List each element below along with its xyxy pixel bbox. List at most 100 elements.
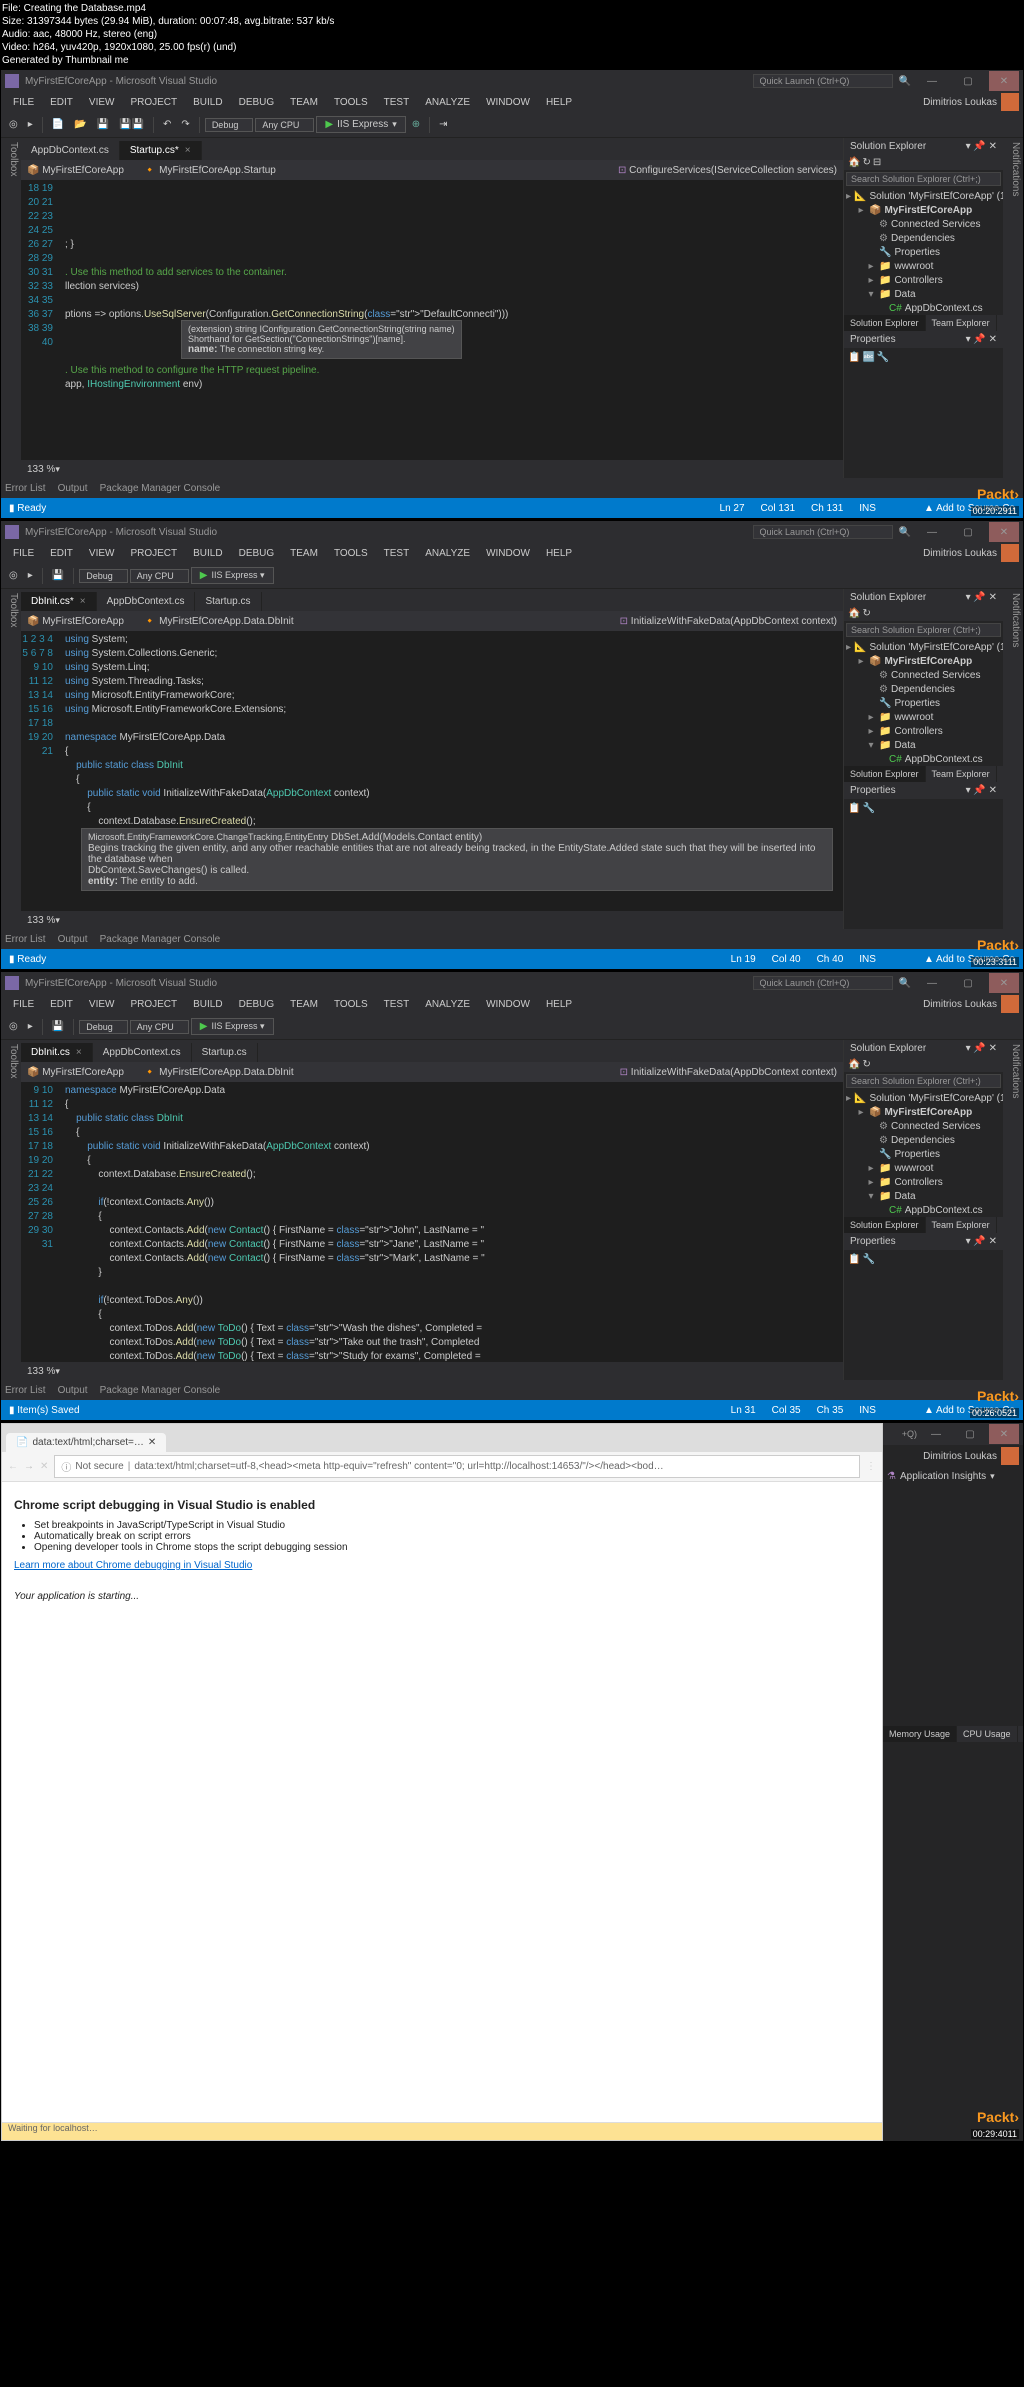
tree-item[interactable]: ▸📐 Solution 'MyFirstEfCoreApp' (1 projec…	[846, 1092, 1001, 1106]
menu-item[interactable]: BUILD	[185, 997, 230, 1012]
toolbox-tab[interactable]: Toolbox	[8, 1044, 19, 1376]
tree-item[interactable]: ▸📦 MyFirstEfCoreApp	[846, 204, 1001, 218]
tree-item[interactable]: ▾📁 Data	[846, 1190, 1001, 1204]
minimize-button[interactable]: —	[917, 522, 947, 542]
refresh-icon[interactable]: ↻	[862, 608, 870, 619]
tree-item[interactable]: ▸📦 MyFirstEfCoreApp	[846, 655, 1001, 669]
tab-cpu[interactable]: CPU Usage	[957, 1726, 1018, 1742]
menu-item[interactable]: WINDOW	[478, 997, 538, 1012]
bottom-tab[interactable]: Output	[58, 1385, 88, 1396]
back-icon[interactable]: ←	[8, 1461, 18, 1472]
notifications-tab[interactable]: Notifications	[1010, 142, 1021, 474]
editor-tab[interactable]: AppDbContext.cs	[93, 1043, 192, 1062]
bottom-tab[interactable]: Output	[58, 934, 88, 945]
class-nav[interactable]: 🔸 MyFirstEfCoreApp.Startup	[144, 165, 276, 176]
search-icon[interactable]: 🔍	[899, 76, 911, 87]
menu-item[interactable]: DEBUG	[231, 997, 283, 1012]
browser-icon[interactable]: ⊕	[408, 117, 424, 132]
tab-close-icon[interactable]: ×	[76, 1047, 82, 1058]
menu-item[interactable]: FILE	[5, 997, 42, 1012]
minimize-button[interactable]: —	[917, 973, 947, 993]
notifications-tab[interactable]: Notifications	[1010, 593, 1021, 925]
solution-tree[interactable]: ▸📐 Solution 'MyFirstEfCoreApp' (1 projec…	[844, 188, 1003, 315]
menu-project[interactable]: PROJECT	[122, 95, 185, 110]
menu-item[interactable]: TEST	[376, 546, 418, 561]
quick-launch-input[interactable]: Quick Launch (Ctrl+Q)	[753, 976, 893, 990]
maximize-button[interactable]: ▢	[953, 522, 983, 542]
tab-errorlist[interactable]: Error List	[5, 483, 46, 494]
menu-item[interactable]: TEST	[376, 997, 418, 1012]
collapse-icon[interactable]: ⊟	[873, 157, 881, 168]
fwd-icon[interactable]: →	[24, 1461, 34, 1472]
wrench-icon[interactable]: 🔧	[877, 352, 889, 363]
save-all-icon[interactable]: 💾💾	[115, 117, 148, 132]
nav-fwd-icon[interactable]: ▸	[24, 117, 37, 132]
menu-item[interactable]: FILE	[5, 546, 42, 561]
run-button[interactable]: ▶IIS Express ▾	[191, 567, 274, 584]
pin-icon[interactable]: ▾ 📌 ✕	[966, 141, 997, 152]
menu-edit[interactable]: EDIT	[42, 95, 81, 110]
toolbox-tab[interactable]: Toolbox	[8, 593, 19, 925]
editor-tab[interactable]: AppDbContext.cs	[97, 592, 196, 611]
code-editor[interactable]: 9 10 11 12 13 14 15 16 17 18 19 20 21 22…	[21, 1082, 843, 1362]
new-item-icon[interactable]: 📄	[48, 117, 68, 132]
menu-item[interactable]: EDIT	[42, 546, 81, 561]
tree-item[interactable]: C# AppDbContext.cs	[846, 302, 1001, 315]
undo-icon[interactable]: ↶	[159, 117, 175, 132]
solexp-search[interactable]: Search Solution Explorer (Ctrl+;)	[846, 1074, 1001, 1088]
minimize-button[interactable]: —	[921, 1424, 951, 1444]
save-icon[interactable]: 💾	[48, 568, 68, 583]
tree-item[interactable]: ⚙ Dependencies	[846, 1134, 1001, 1148]
tree-item[interactable]: ▸📁 Controllers	[846, 725, 1001, 739]
tree-item[interactable]: ▸📐 Solution 'MyFirstEfCoreApp' (1 projec…	[846, 190, 1001, 204]
tab-memory[interactable]: Memory Usage	[883, 1726, 957, 1742]
categorize-icon[interactable]: 📋	[848, 803, 860, 814]
run-button[interactable]: ▶IIS Express ▾	[191, 1018, 274, 1035]
tab-pmc[interactable]: Package Manager Console	[100, 483, 221, 494]
method-nav[interactable]: ⊡ InitializeWithFakeData(AppDbContext co…	[620, 1067, 837, 1078]
menu-tools[interactable]: TOOLS	[326, 95, 376, 110]
flask-icon[interactable]: ⚗	[887, 1471, 896, 1482]
user-avatar-icon[interactable]	[1001, 1447, 1019, 1465]
bottom-tab[interactable]: Package Manager Console	[100, 1385, 221, 1396]
home-icon[interactable]: 🏠	[848, 608, 860, 619]
tree-item[interactable]: ▸📐 Solution 'MyFirstEfCoreApp' (1 projec…	[846, 641, 1001, 655]
close-button[interactable]: ✕	[989, 71, 1019, 91]
project-nav[interactable]: 📦 MyFirstEfCoreApp	[27, 1067, 124, 1078]
tab-solexp[interactable]: Solution Explorer	[844, 766, 926, 782]
menu-build[interactable]: BUILD	[185, 95, 230, 110]
menu-item[interactable]: TEAM	[282, 997, 326, 1012]
save-icon[interactable]: 💾	[48, 1019, 68, 1034]
menu-item[interactable]: WINDOW	[478, 546, 538, 561]
zoom-level[interactable]: 133 %	[27, 464, 55, 475]
code-editor[interactable]: 18 19 20 21 22 23 24 25 26 27 28 29 30 3…	[21, 180, 843, 460]
quick-launch-input[interactable]: Quick Launch (Ctrl+Q)	[753, 74, 893, 88]
user-name[interactable]: Dimitrios Loukas	[923, 548, 997, 559]
menu-test[interactable]: TEST	[376, 95, 418, 110]
minimize-button[interactable]: —	[917, 71, 947, 91]
tree-item[interactable]: ⚙ Connected Services	[846, 218, 1001, 232]
menu-item[interactable]: DEBUG	[231, 546, 283, 561]
tab-teamexp[interactable]: Team Explorer	[926, 315, 997, 331]
home-icon[interactable]: 🏠	[848, 1059, 860, 1070]
notifications-tab[interactable]: Notifications	[1010, 1044, 1021, 1376]
stop-icon[interactable]: ✕	[40, 1461, 48, 1472]
menu-item[interactable]: HELP	[538, 997, 580, 1012]
maximize-button[interactable]: ▢	[953, 71, 983, 91]
menu-item[interactable]: PROJECT	[122, 997, 185, 1012]
nav-fwd-icon[interactable]: ▸	[24, 1019, 37, 1034]
tree-item[interactable]: C# AppDbContext.cs	[846, 753, 1001, 766]
menu-item[interactable]: TOOLS	[326, 546, 376, 561]
run-button[interactable]: ▶IIS Express ▾	[316, 116, 405, 133]
menu-item[interactable]: TEAM	[282, 546, 326, 561]
nav-back-icon[interactable]: ◎	[5, 568, 22, 583]
home-icon[interactable]: 🏠	[848, 157, 860, 168]
close-button[interactable]: ✕	[989, 522, 1019, 542]
close-button[interactable]: ✕	[989, 973, 1019, 993]
solution-tree[interactable]: ▸📐 Solution 'MyFirstEfCoreApp' (1 projec…	[844, 1090, 1003, 1217]
menu-item[interactable]: VIEW	[81, 997, 123, 1012]
search-icon[interactable]: 🔍	[899, 978, 911, 989]
tree-item[interactable]: ▸📁 wwwroot	[846, 260, 1001, 274]
menu-analyze[interactable]: ANALYZE	[417, 95, 478, 110]
menu-file[interactable]: FILE	[5, 95, 42, 110]
